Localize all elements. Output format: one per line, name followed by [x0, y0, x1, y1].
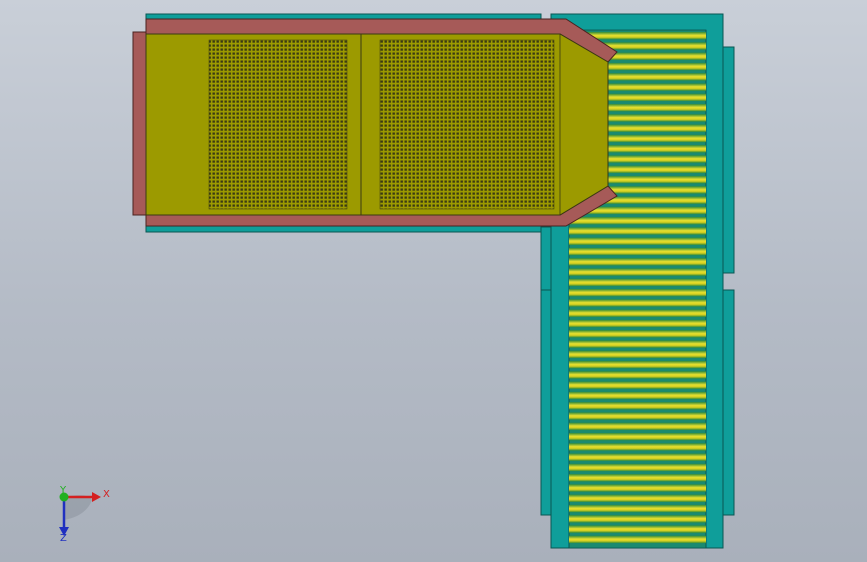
conveyor-roller	[569, 484, 706, 492]
conveyor-roller	[569, 535, 706, 544]
z-axis-label: Z	[60, 533, 67, 544]
screen-panel-2	[379, 39, 555, 210]
screen-hopper-unit[interactable]	[132, 13, 618, 233]
conveyor-roller	[569, 474, 706, 482]
conveyor-roller	[569, 371, 706, 379]
conveyor-roller	[569, 432, 706, 441]
cad-viewport[interactable]: X Y Z	[0, 0, 867, 562]
conveyor-roller	[569, 443, 706, 451]
hopper-end-plate	[132, 31, 147, 216]
conveyor-roller	[569, 289, 706, 297]
conveyor-roller	[569, 330, 706, 338]
conveyor-roller	[569, 402, 706, 410]
conveyor-roller	[569, 463, 706, 472]
conveyor-roller	[569, 412, 706, 420]
x-axis-arrow-icon	[92, 492, 101, 502]
y-axis-label: Y	[59, 485, 67, 496]
conveyor-roller	[569, 247, 706, 256]
vertical-conveyor-side-tab-right-lower	[722, 289, 735, 516]
conveyor-roller	[569, 309, 706, 317]
conveyor-roller	[569, 391, 706, 400]
triad-shadow	[64, 495, 92, 520]
conveyor-roller	[569, 360, 706, 369]
orientation-triad[interactable]: X Y Z	[59, 485, 110, 544]
conveyor-roller	[569, 381, 706, 389]
conveyor-roller	[569, 453, 706, 461]
conveyor-roller	[569, 217, 706, 225]
conveyor-roller	[569, 525, 706, 533]
vertical-conveyor-side-tab-right-upper	[722, 46, 735, 274]
conveyor-roller	[569, 319, 706, 328]
conveyor-roller	[569, 515, 706, 523]
conveyor-roller	[569, 299, 706, 307]
screen-panel-1	[208, 39, 348, 210]
x-axis-label: X	[103, 489, 110, 500]
conveyor-roller	[569, 504, 706, 513]
conveyor-roller	[569, 278, 706, 287]
conveyor-roller	[569, 340, 706, 348]
conveyor-roller	[569, 422, 706, 431]
conveyor-roller	[569, 258, 706, 266]
conveyor-roller	[569, 227, 706, 235]
conveyor-roller	[569, 494, 706, 502]
vertical-conveyor-side-tab-left-lower	[540, 289, 552, 516]
conveyor-roller	[569, 350, 706, 359]
conveyor-roller	[569, 268, 706, 276]
conveyor-roller	[569, 237, 706, 245]
